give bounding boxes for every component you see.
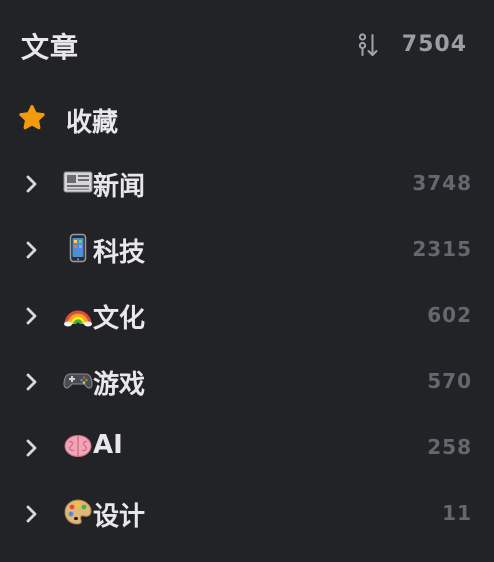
star-icon — [19, 105, 45, 130]
chevron-right-icon[interactable] — [24, 436, 40, 460]
favorites-label: 收藏 — [66, 108, 119, 138]
category-count: 11 — [442, 501, 472, 525]
category-label: 文化 — [93, 304, 146, 334]
favorites-item[interactable]: 收藏 — [0, 92, 494, 146]
chevron-right-icon[interactable] — [24, 370, 40, 394]
category-count: 570 — [427, 369, 472, 393]
mobile-phone-emoji — [69, 233, 87, 263]
category-row-ai[interactable]: AI 258 — [0, 418, 494, 478]
chevron-right-icon[interactable] — [24, 172, 40, 196]
newspaper-emoji — [63, 171, 93, 193]
category-label: AI — [93, 430, 123, 460]
article-panel: 文章 7504 收藏 新闻 3748 科技 2315 文化 602 游戏 570… — [0, 0, 494, 562]
artist-palette-emoji — [64, 499, 92, 525]
panel-header: 文章 7504 — [0, 0, 494, 92]
category-count: 602 — [427, 303, 472, 327]
category-row-design[interactable]: 设计 11 — [0, 484, 494, 544]
category-label: 新闻 — [93, 172, 146, 202]
category-row-news[interactable]: 新闻 3748 — [0, 154, 494, 214]
category-count: 258 — [427, 435, 472, 459]
brain-emoji — [64, 435, 92, 457]
game-controller-emoji — [63, 373, 93, 389]
category-label: 设计 — [93, 502, 146, 532]
category-label: 科技 — [93, 238, 146, 268]
chevron-right-icon[interactable] — [24, 304, 40, 328]
total-count: 7504 — [401, 32, 467, 57]
category-row-tech[interactable]: 科技 2315 — [0, 220, 494, 280]
category-label: 游戏 — [93, 370, 146, 400]
category-row-culture[interactable]: 文化 602 — [0, 286, 494, 346]
category-count: 2315 — [412, 237, 472, 261]
rainbow-emoji — [64, 310, 92, 327]
sort-order-icon — [358, 33, 378, 56]
chevron-right-icon[interactable] — [24, 238, 40, 262]
category-row-games[interactable]: 游戏 570 — [0, 352, 494, 412]
sort-button[interactable] — [355, 32, 381, 58]
category-count: 3748 — [412, 171, 472, 195]
chevron-right-icon[interactable] — [24, 502, 40, 526]
page-title: 文章 — [21, 31, 80, 64]
